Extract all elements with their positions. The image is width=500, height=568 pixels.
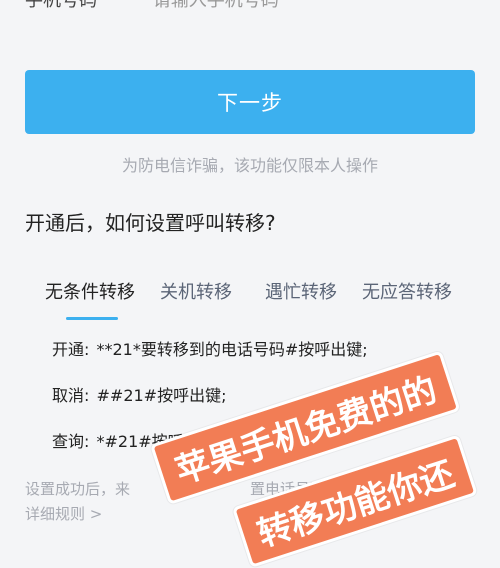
instruction-cancel: 取消: ##21#按呼出键;: [52, 382, 226, 406]
tab-no-answer[interactable]: 无应答转移: [362, 278, 452, 304]
phone-number-row: 手机号码 请输入手机号码: [25, 0, 475, 8]
tab-unconditional[interactable]: 无条件转移: [45, 278, 135, 304]
instruction-value: *#21#按呼出键;: [96, 432, 222, 451]
footer-note: 设置成功后，来 置电话号码: [25, 478, 325, 499]
next-step-button[interactable]: 下一步: [25, 70, 475, 134]
instruction-value: **21*要转移到的电话号码#按呼出键;: [96, 340, 368, 359]
instruction-label: 开通:: [52, 340, 90, 359]
instruction-activate: 开通: **21*要转移到的电话号码#按呼出键;: [52, 336, 368, 360]
fraud-notice: 为防电信诈骗，该功能仅限本人操作: [121, 156, 378, 175]
instruction-label: 取消:: [52, 386, 90, 405]
phone-number-placeholder[interactable]: 请输入手机号码: [153, 0, 279, 8]
instruction-query: 查询: *#21#按呼出键;: [52, 428, 221, 452]
instruction-label: 查询:: [52, 432, 90, 451]
instruction-value: ##21#按呼出键;: [96, 386, 227, 405]
section-title: 开通后，如何设置呼叫转移?: [25, 211, 276, 235]
footer-note-left: 设置成功后，来: [25, 480, 131, 498]
tab-power-off[interactable]: 关机转移: [160, 278, 232, 304]
active-tab-indicator: [66, 317, 118, 320]
promo-stamp-line2: 转移功能你还: [232, 434, 478, 568]
detail-rules-link[interactable]: 详细规则 >: [25, 503, 102, 524]
phone-number-label: 手机号码: [25, 0, 97, 8]
footer-note-right: 置电话号码: [250, 480, 326, 498]
tab-busy[interactable]: 遇忙转移: [265, 278, 337, 304]
transfer-tabs: 无条件转移 关机转移 遇忙转移 无应答转移: [25, 278, 475, 318]
